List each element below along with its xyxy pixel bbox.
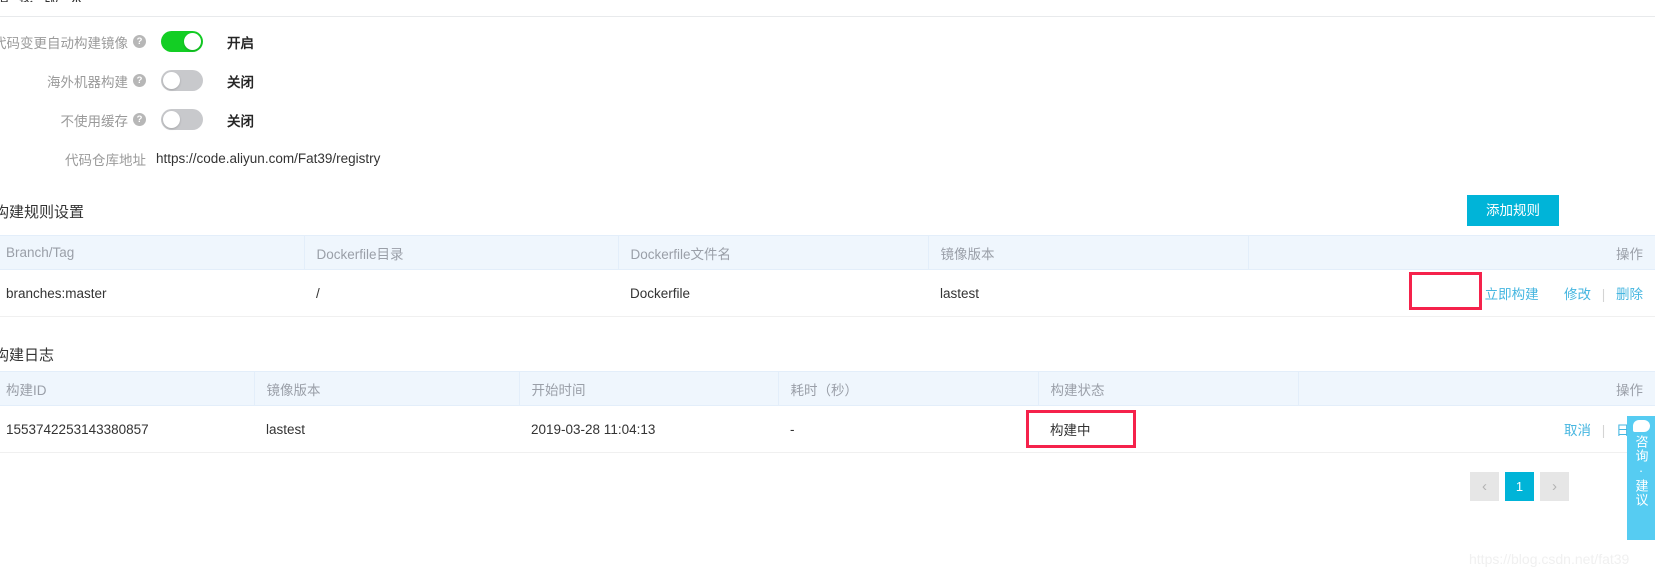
build-log-header-row: 构建ID 镜像版本 开始时间 耗时（秒） 构建状态 操作 <box>0 371 1655 406</box>
build-rules-header-row: Branch/Tag Dockerfile目录 Dockerfile文件名 镜像… <box>0 235 1655 270</box>
setting-label-no-cache: 不使用缓存 ? <box>0 110 146 130</box>
toggle-wrap-auto-build <box>146 31 218 52</box>
toggle-state-overseas-build: 关闭 <box>227 74 254 90</box>
setting-row-no-cache: 不使用缓存 ? 关闭 <box>0 100 1655 139</box>
watermark: https://blog.csdn.net/fat39 <box>1469 551 1630 567</box>
edit-rule-link[interactable]: 修改 <box>1564 287 1591 302</box>
chat-icon <box>1632 420 1650 432</box>
toggle-wrap-overseas-build <box>146 70 218 91</box>
col-branch-tag: Branch/Tag <box>0 235 305 270</box>
build-settings-form: 代码变更自动构建镜像 ? 开启 海外机器构建 ? 关闭 不使用缓存 ? 关闭 代… <box>0 22 1655 178</box>
cell-build-id: 1553742253143380857 <box>0 405 254 453</box>
cell-dockerfile-dir: / <box>304 269 618 317</box>
help-icon[interactable]: ? <box>133 35 146 48</box>
col-build-id: 构建ID <box>0 371 255 406</box>
table-row: 1553742253143380857 lastest 2019-03-28 1… <box>0 405 1655 453</box>
build-now-link[interactable]: 立即构建 <box>1485 287 1539 302</box>
clipped-top-text: 镜像版本 <box>0 0 94 2</box>
col-dockerfile-name: Dockerfile文件名 <box>618 235 929 270</box>
col-start-time: 开始时间 <box>519 371 779 406</box>
setting-row-auto-build: 代码变更自动构建镜像 ? 开启 <box>0 22 1655 61</box>
delete-rule-link[interactable]: 删除 <box>1616 287 1643 302</box>
setting-label-text: 不使用缓存 <box>60 113 129 129</box>
repo-url-label: 代码仓库地址 <box>65 152 146 168</box>
col-build-status: 构建状态 <box>1038 371 1299 406</box>
setting-label-overseas-build: 海外机器构建 ? <box>0 71 146 91</box>
toggle-state-no-cache: 关闭 <box>227 113 254 129</box>
col-image-version: 镜像版本 <box>254 371 520 406</box>
consult-side-tab-label: 咨询·建议 <box>1633 435 1649 507</box>
toggle-no-cache[interactable] <box>161 109 203 130</box>
pagination-next[interactable]: › <box>1540 472 1569 501</box>
help-icon[interactable]: ? <box>133 74 146 87</box>
build-log-table: 构建ID 镜像版本 开始时间 耗时（秒） 构建状态 操作 15537422531… <box>0 371 1655 453</box>
pagination-page-1[interactable]: 1 <box>1505 472 1534 501</box>
col-duration: 耗时（秒） <box>778 371 1039 406</box>
cell-image-version: lastest <box>928 269 1248 317</box>
toggle-knob <box>163 111 180 128</box>
setting-label-text: 海外机器构建 <box>47 74 128 90</box>
consult-side-tab[interactable]: 咨询·建议 <box>1627 416 1655 540</box>
cell-image-version: lastest <box>254 405 519 453</box>
cell-duration: - <box>778 405 1038 453</box>
build-log-title: 构建日志 <box>0 347 55 364</box>
build-rules-table: Branch/Tag Dockerfile目录 Dockerfile文件名 镜像… <box>0 235 1655 317</box>
toggle-state-auto-build: 开启 <box>227 35 254 51</box>
col-image-version: 镜像版本 <box>928 235 1249 270</box>
status-badge: 构建中 <box>1038 405 1298 453</box>
cell-dockerfile-name: Dockerfile <box>618 269 928 317</box>
cell-start-time: 2019-03-28 11:04:13 <box>519 405 778 453</box>
help-icon[interactable]: ? <box>133 113 146 126</box>
col-actions: 操作 <box>1248 235 1655 270</box>
top-divider <box>0 16 1655 17</box>
cancel-build-link[interactable]: 取消 <box>1564 423 1591 438</box>
action-separator: | <box>1601 287 1606 302</box>
setting-row-overseas-build: 海外机器构建 ? 关闭 <box>0 61 1655 100</box>
page-root: 镜像版本 代码变更自动构建镜像 ? 开启 海外机器构建 ? <box>0 0 1655 583</box>
toggle-auto-build[interactable] <box>161 31 203 52</box>
toggle-wrap-no-cache <box>146 109 218 130</box>
repo-url-value: https://code.aliyun.com/Fat39/registry <box>156 151 381 166</box>
pagination: ‹ 1 › <box>1470 472 1569 501</box>
add-rule-button[interactable]: 添加规则 <box>1467 195 1559 226</box>
setting-label-text: 代码变更自动构建镜像 <box>0 35 128 51</box>
cell-branch-tag: branches:master <box>0 269 304 317</box>
col-actions: 操作 <box>1298 371 1655 406</box>
action-separator: | <box>1601 423 1606 438</box>
toggle-knob <box>163 72 180 89</box>
repo-url-row: 代码仓库地址 https://code.aliyun.com/Fat39/reg… <box>0 139 1655 178</box>
build-rules-title: 构建规则设置 <box>0 204 85 221</box>
col-dockerfile-dir: Dockerfile目录 <box>304 235 619 270</box>
toggle-overseas-build[interactable] <box>161 70 203 91</box>
setting-label-auto-build: 代码变更自动构建镜像 ? <box>0 32 146 52</box>
table-row: branches:master / Dockerfile lastest 立即构… <box>0 269 1655 317</box>
toggle-knob <box>184 33 201 50</box>
action-separator <box>1549 287 1553 302</box>
cell-log-actions: 取消 | 日志 <box>1298 405 1655 453</box>
cell-rule-actions: 立即构建 修改 | 删除 <box>1248 269 1655 317</box>
pagination-prev[interactable]: ‹ <box>1470 472 1499 501</box>
